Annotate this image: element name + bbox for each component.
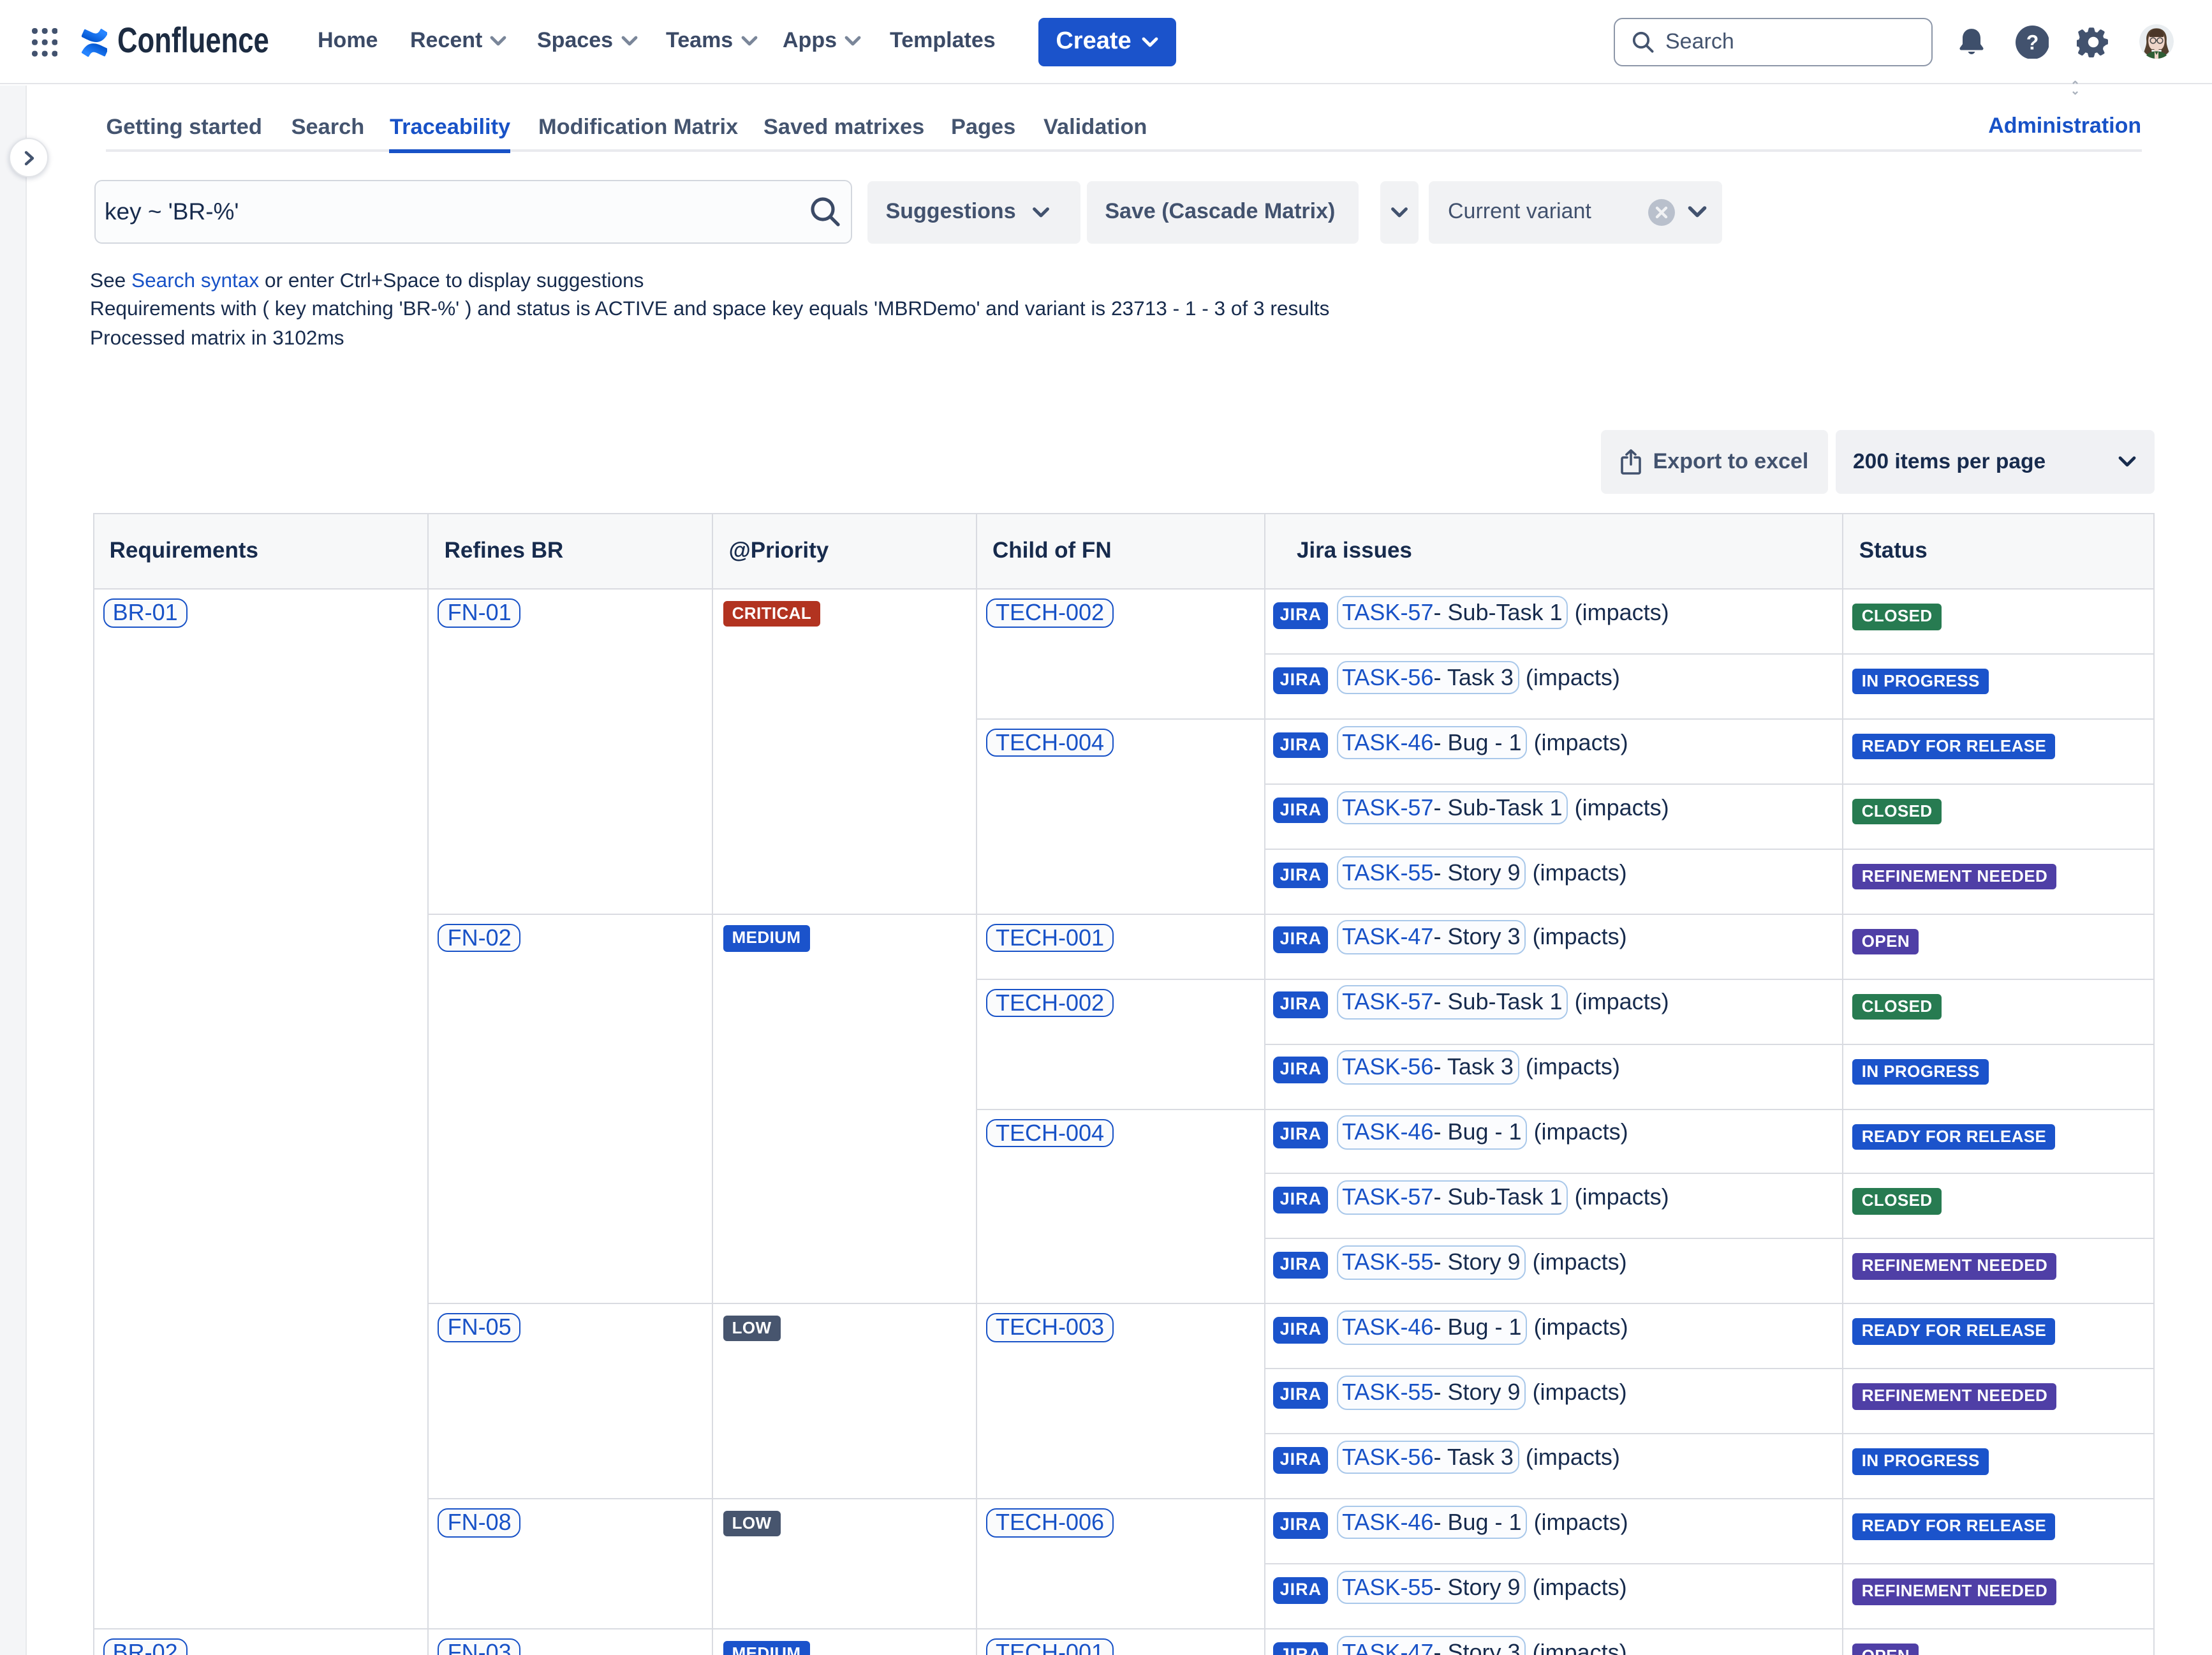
svg-text:?: ?: [2026, 31, 2039, 54]
